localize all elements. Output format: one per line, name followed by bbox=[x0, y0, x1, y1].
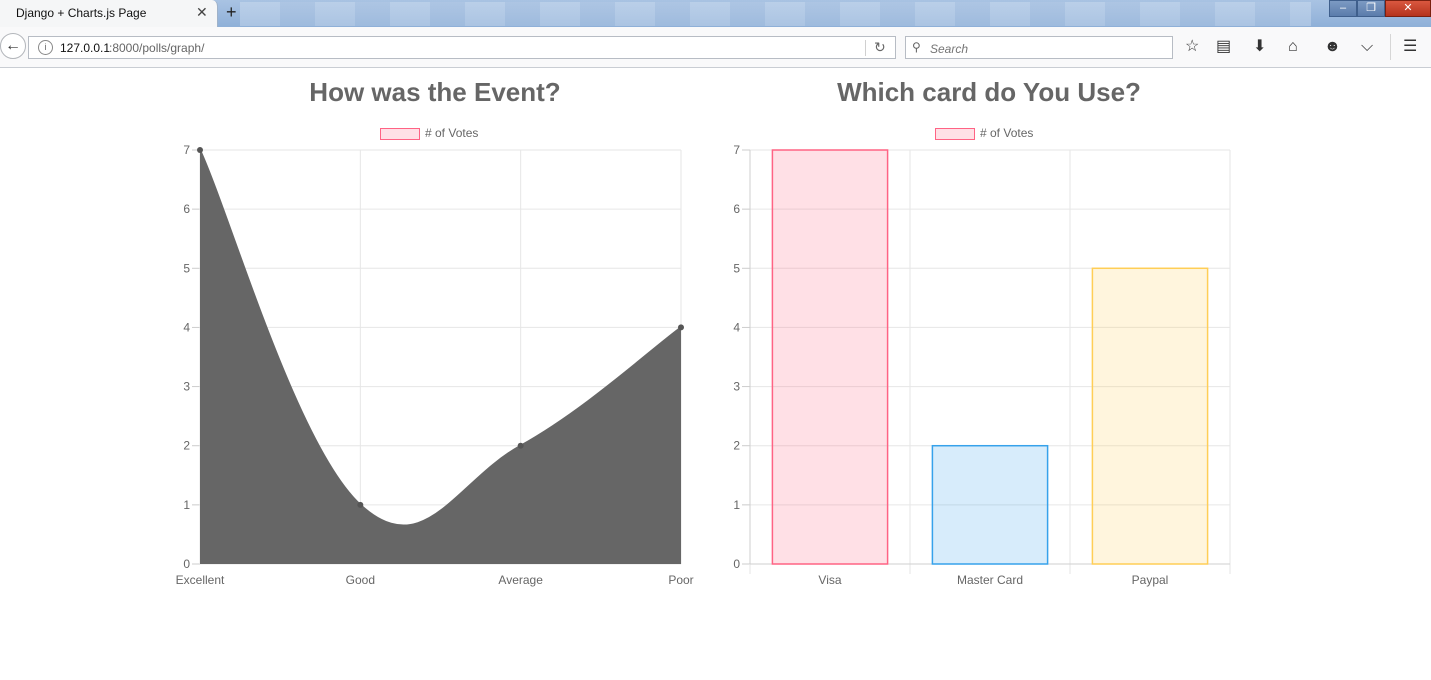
download-arrow-icon[interactable]: ⬇ bbox=[1253, 38, 1266, 56]
chart2-x-tick-label: Master Card bbox=[957, 573, 1023, 587]
search-bar[interactable]: ⚲ bbox=[905, 36, 1173, 59]
chart2-x-tick-label: Visa bbox=[818, 573, 841, 587]
chart1-x-tick-label: Excellent bbox=[176, 573, 225, 587]
pocket-icon[interactable]: ⌵ bbox=[1361, 38, 1373, 56]
home-icon[interactable]: ⌂ bbox=[1288, 38, 1298, 56]
chart1-y-tick-label: 1 bbox=[183, 498, 190, 512]
chart2-bar bbox=[771, 149, 889, 565]
chart1-legend-swatch[interactable] bbox=[380, 128, 420, 140]
clipboard-icon[interactable]: ▤ bbox=[1216, 38, 1231, 56]
chart2-y-tick-label: 0 bbox=[733, 557, 740, 571]
url-bar[interactable]: i 127.0.0.1 :8000/polls/graph/ ↻ bbox=[28, 36, 896, 59]
info-icon[interactable]: i bbox=[38, 40, 53, 55]
navigation-toolbar: ← i 127.0.0.1 :8000/polls/graph/ ↻ ⚲ ☆ ▤… bbox=[0, 27, 1431, 68]
chart2-y-tick-label: 1 bbox=[733, 498, 740, 512]
back-arrow-icon[interactable]: ← bbox=[0, 33, 26, 59]
chart2-bar bbox=[931, 444, 1049, 565]
chart1-data-point bbox=[197, 147, 203, 153]
smiley-icon[interactable]: ☻ bbox=[1324, 38, 1341, 56]
chart1-area-fill bbox=[200, 150, 681, 564]
chart1-x-tick-label: Average bbox=[498, 573, 543, 587]
chart1-x-tick-label: Poor bbox=[668, 573, 693, 587]
chart2-title: Which card do You Use? bbox=[837, 77, 1141, 107]
chart2-y-tick-label: 4 bbox=[733, 320, 740, 334]
minimize-button[interactable]: – bbox=[1329, 0, 1357, 17]
chart1-y-tick-label: 6 bbox=[183, 202, 190, 216]
chart1-data-point bbox=[517, 442, 524, 449]
chart2-bar bbox=[1091, 267, 1209, 565]
url-path: :8000/polls/graph/ bbox=[109, 41, 205, 55]
reload-icon[interactable]: ↻ bbox=[874, 39, 886, 56]
chart1-y-tick-label: 4 bbox=[183, 320, 190, 334]
chart1-y-tick-label: 0 bbox=[183, 557, 190, 571]
chart1-x-tick-label: Good bbox=[346, 573, 375, 587]
star-icon[interactable]: ☆ bbox=[1185, 38, 1199, 56]
chart1-y-tick-label: 2 bbox=[183, 439, 190, 453]
chart1-y-tick-label: 3 bbox=[183, 380, 190, 394]
search-input[interactable] bbox=[928, 39, 1162, 58]
chart2-y-tick-label: 6 bbox=[733, 202, 740, 216]
close-window-button[interactable]: ✕ bbox=[1385, 0, 1431, 17]
chart2-y-tick-label: 5 bbox=[733, 261, 740, 275]
browser-tab[interactable]: Django + Charts.js Page ✕ bbox=[0, 0, 218, 27]
url-divider bbox=[865, 40, 866, 56]
chart2-legend-label: # of Votes bbox=[980, 126, 1034, 140]
toolbar-divider bbox=[1390, 34, 1391, 60]
title-bar: Django + Charts.js Page ✕ + – ❐ ✕ bbox=[0, 0, 1431, 27]
chart1-data-point bbox=[357, 501, 364, 508]
chart1-y-tick-label: 5 bbox=[183, 261, 190, 275]
chart1-y-tick-label: 7 bbox=[183, 143, 190, 157]
chart1-series-line bbox=[199, 149, 682, 527]
url-host: 127.0.0.1 bbox=[60, 41, 111, 55]
chart2-y-tick-label: 3 bbox=[733, 380, 740, 394]
chart2-legend-swatch[interactable] bbox=[935, 128, 975, 140]
chart2-x-tick-label: Paypal bbox=[1132, 573, 1169, 587]
window-controls: – ❐ ✕ bbox=[1329, 0, 1431, 17]
search-icon: ⚲ bbox=[912, 40, 921, 54]
chart2-y-tick-label: 7 bbox=[733, 143, 740, 157]
chart1-legend-label: # of Votes bbox=[425, 126, 479, 140]
title-bar-background bbox=[240, 2, 1311, 26]
tab-close-icon[interactable]: ✕ bbox=[196, 4, 208, 21]
chart1-data-point bbox=[678, 324, 684, 331]
chart2-y-tick-label: 2 bbox=[733, 439, 740, 453]
tab-title: Django + Charts.js Page bbox=[16, 6, 147, 20]
chart1-title: How was the Event? bbox=[309, 77, 561, 107]
hamburger-menu-icon[interactable]: ☰ bbox=[1403, 38, 1417, 56]
restore-button[interactable]: ❐ bbox=[1357, 0, 1385, 17]
new-tab-button[interactable]: + bbox=[226, 2, 237, 23]
